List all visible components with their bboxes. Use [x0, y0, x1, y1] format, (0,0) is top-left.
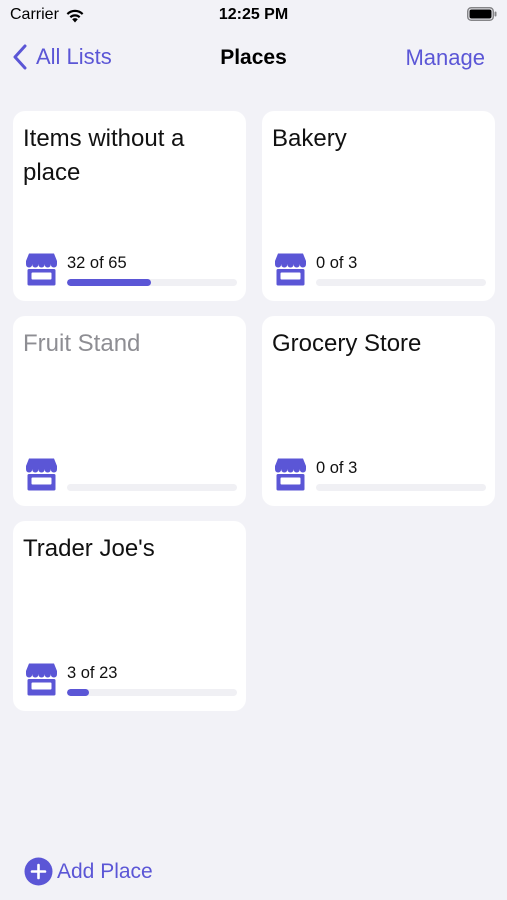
store-icon: [26, 663, 57, 696]
progress-bar: [67, 279, 237, 286]
place-name: Grocery Store: [272, 330, 422, 357]
store-icon: [26, 253, 57, 286]
back-button-label: All Lists: [36, 44, 112, 69]
place-name: Trader Joe's: [23, 535, 155, 562]
add-place-button[interactable]: Add Place: [24, 857, 153, 886]
places-screen: Carrier 12:25 PM All Lists Places Manage: [0, 0, 507, 900]
place-card[interactable]: Bakery 0 of 3: [262, 111, 495, 301]
store-icon: [275, 458, 306, 491]
progress-bar: [316, 279, 486, 286]
plus-circle-icon: [24, 857, 53, 886]
store-icon: [26, 458, 57, 491]
progress-bar: [67, 484, 237, 491]
progress-bar: [67, 689, 237, 696]
back-button[interactable]: All Lists: [12, 44, 112, 70]
status-bar: Carrier 12:25 PM: [0, 0, 507, 30]
manage-button[interactable]: Manage: [405, 45, 485, 71]
places-grid: Items without a place 32 of 65 Bakery 0 …: [13, 111, 495, 711]
progress-fill: [67, 689, 90, 696]
battery-icon: [467, 7, 497, 21]
progress-bar: [316, 484, 486, 491]
progress-fill: [67, 279, 151, 286]
place-card[interactable]: Trader Joe's 3 of 23: [13, 521, 246, 711]
add-place-label: Add Place: [57, 859, 153, 883]
place-name: Items without a place: [23, 125, 185, 186]
place-card[interactable]: Items without a place 32 of 65: [13, 111, 246, 301]
store-icon: [275, 253, 306, 286]
place-card[interactable]: Grocery Store 0 of 3: [262, 316, 495, 506]
place-name: Bakery: [272, 125, 347, 152]
place-item-count: 3 of 23: [67, 664, 118, 682]
place-item-count: 0 of 3: [316, 459, 358, 477]
place-item-count: 0 of 3: [316, 254, 358, 272]
place-name: Fruit Stand: [23, 330, 141, 357]
status-time: 12:25 PM: [218, 6, 289, 23]
navigation-bar: All Lists Places Manage: [0, 36, 507, 80]
place-item-count: 32 of 65: [67, 254, 127, 272]
chevron-left-icon: [13, 44, 27, 70]
place-card[interactable]: Fruit Stand: [13, 316, 246, 506]
